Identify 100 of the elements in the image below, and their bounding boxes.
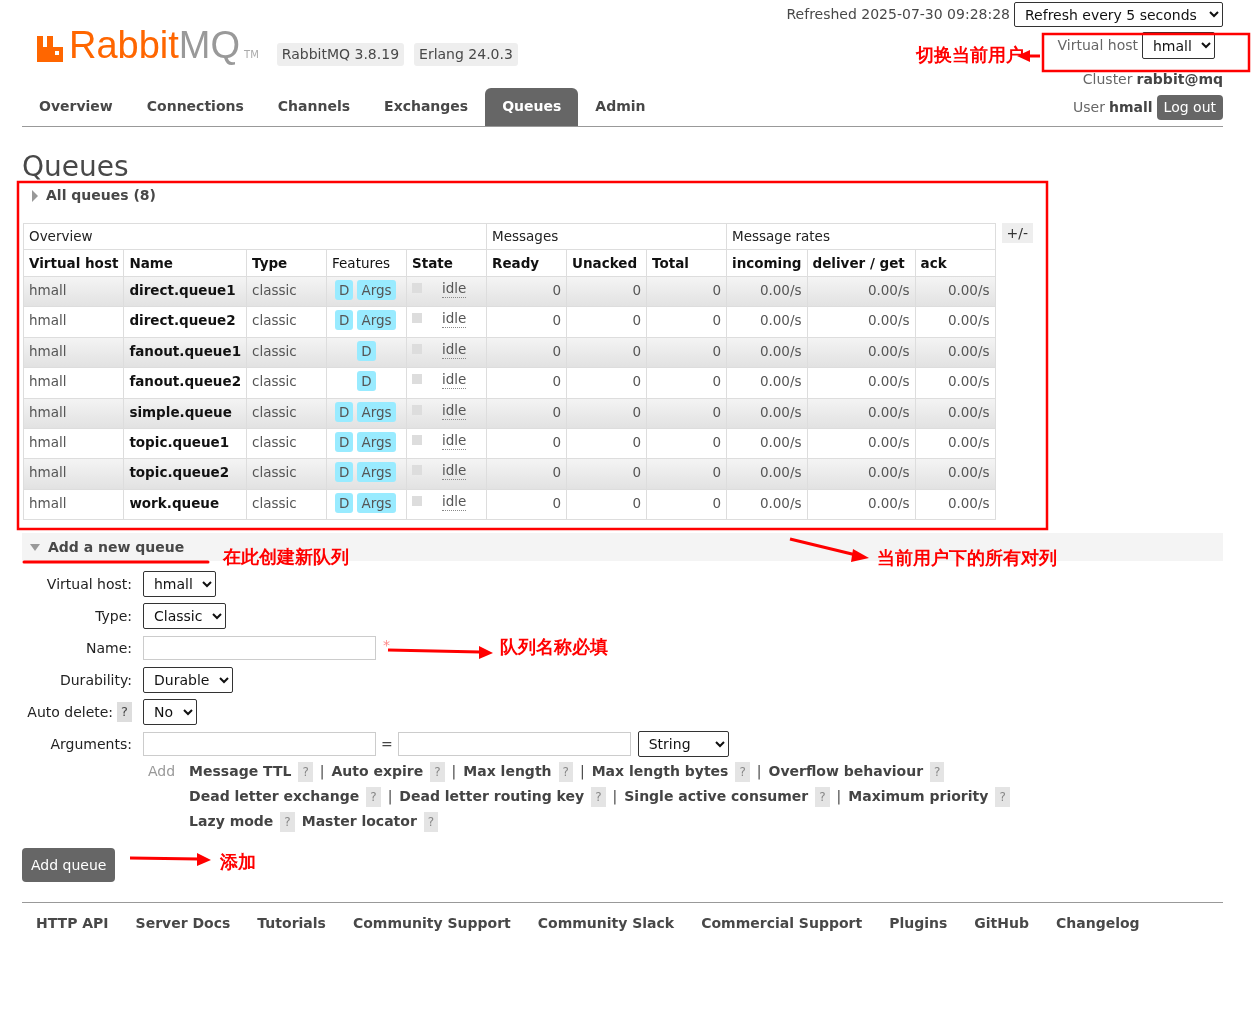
nav-tab[interactable]: Connections	[129, 88, 261, 126]
argument-shortcut-link[interactable]: Master locator	[301, 811, 417, 833]
version-badge: RabbitMQ 3.8.19	[276, 43, 405, 66]
feature-tag: D	[335, 310, 354, 331]
table-cell: classic	[246, 428, 327, 459]
queue-name-link[interactable]: simple.queue	[123, 398, 247, 429]
table-cell: 0	[566, 337, 647, 368]
argument-shortcut-link[interactable]: Single active consumer	[624, 786, 809, 808]
queue-name-link[interactable]: topic.queue2	[123, 458, 247, 490]
dropdown[interactable]: Durable	[143, 667, 233, 694]
table-cell: 0	[566, 398, 647, 429]
argument-shortcut-link[interactable]: Dead letter routing key	[399, 786, 585, 808]
field-label: Auto delete:	[27, 702, 114, 722]
state-text: idle	[442, 280, 467, 298]
table-cell: 0	[566, 306, 647, 338]
footer-link[interactable]: Server Docs	[135, 913, 231, 935]
column-header: Features	[326, 249, 407, 277]
queue-name-link[interactable]: fanout.queue1	[123, 337, 247, 368]
footer-link[interactable]: GitHub	[974, 913, 1029, 935]
footer-link[interactable]: HTTP API	[36, 913, 109, 935]
logout-button[interactable]: Log out	[1156, 95, 1223, 120]
argument-shortcut-link[interactable]: Overflow behaviour	[768, 761, 924, 783]
table-cell: hmall	[23, 398, 124, 429]
argument-shortcut-link[interactable]: Maximum priority	[848, 786, 989, 808]
table-cell: 0	[566, 367, 647, 399]
argument-shortcut-link[interactable]: Auto expire	[331, 761, 424, 783]
queue-name-link[interactable]: work.queue	[123, 489, 247, 520]
add-queue-button[interactable]: Add queue	[22, 848, 116, 883]
table-cell: classic	[246, 276, 327, 307]
table-cell: 0.00/s	[915, 458, 995, 490]
table-cell: 0.00/s	[915, 367, 995, 399]
user-label: User	[1073, 98, 1105, 117]
queue-name-link[interactable]: direct.queue2	[123, 306, 247, 338]
section-heading[interactable]: All queues (8)	[46, 185, 156, 206]
table-cell: 0	[646, 367, 727, 399]
argument-shortcut-link[interactable]: Dead letter exchange	[189, 786, 360, 808]
argument-value-field[interactable]	[397, 732, 631, 757]
state-indicator-icon	[412, 495, 423, 506]
annotation-text: 添加	[220, 851, 256, 873]
table-cell: classic	[246, 367, 327, 399]
argument-shortcut-link[interactable]: Message TTL	[189, 761, 292, 783]
argument-key-field[interactable]	[143, 732, 376, 757]
footer-link[interactable]: Tutorials	[257, 913, 326, 935]
feature-tag: D	[357, 340, 376, 361]
user-name: hmall	[1109, 98, 1153, 117]
table-cell: 0.00/s	[915, 276, 995, 307]
field-label: Durability:	[59, 670, 132, 690]
section-heading[interactable]: Add a new queue	[48, 536, 185, 558]
footer-link[interactable]: Commercial Support	[701, 913, 863, 935]
column-header: Unacked	[566, 249, 647, 277]
argument-shortcut-link[interactable]: Lazy mode	[189, 811, 274, 833]
separator-text: |	[451, 762, 457, 782]
argument-shortcut-link[interactable]: Max length	[463, 761, 552, 783]
nav-tab[interactable]: Overview	[22, 88, 130, 126]
state-text: idle	[442, 431, 467, 450]
table-cell: 0.00/s	[726, 458, 807, 490]
queue-name-link[interactable]: topic.queue1	[123, 428, 247, 459]
collapse-arrow-icon[interactable]	[32, 189, 38, 202]
table-cell: 0	[486, 306, 567, 338]
feature-tag: Args	[357, 462, 396, 483]
queue-name-link[interactable]: fanout.queue2	[123, 367, 247, 399]
state-indicator-icon	[412, 313, 423, 324]
dropdown[interactable]: No	[143, 699, 197, 726]
footer-link[interactable]: Plugins	[889, 913, 948, 935]
nav-tab[interactable]: Admin	[578, 88, 663, 126]
column-group-header: Message rates	[726, 223, 995, 250]
table-cell: 0.00/s	[726, 337, 807, 368]
footer-link[interactable]: Community Slack	[537, 913, 675, 935]
virtual-host-select[interactable]: hmall	[1142, 32, 1215, 59]
refresh-select[interactable]: Refresh every 5 seconds	[1014, 2, 1223, 27]
virtual-host-label: Virtual host	[1057, 36, 1138, 55]
table-cell: hmall	[23, 306, 124, 338]
nav-tab[interactable]: Channels	[260, 88, 368, 126]
columns-toggle-button[interactable]: +/-	[1001, 223, 1033, 243]
footer-link[interactable]: Changelog	[1056, 913, 1140, 935]
nav-tab[interactable]: Queues	[485, 88, 579, 126]
feature-tag: D	[357, 371, 376, 392]
cluster-label: Cluster	[1082, 70, 1133, 89]
separator-text: |	[387, 787, 393, 807]
help-icon[interactable]: ?	[117, 702, 132, 723]
page-title: Queues	[22, 151, 130, 183]
queue-name-link[interactable]: direct.queue1	[123, 276, 247, 307]
table-cell: hmall	[23, 489, 124, 520]
name-input-field[interactable]	[143, 636, 376, 661]
feature-tag: D	[335, 492, 354, 513]
table-cell: hmall	[23, 428, 124, 459]
expand-arrow-icon[interactable]	[30, 543, 40, 551]
state-text: idle	[442, 310, 467, 329]
table-cell: 0	[646, 428, 727, 459]
table-cell: classic	[246, 337, 327, 368]
version-badge: Erlang 24.0.3	[414, 43, 518, 66]
dropdown[interactable]: Classic	[143, 603, 226, 630]
state-text: idle	[442, 462, 467, 481]
dropdown[interactable]: hmall	[143, 571, 216, 598]
footer-link[interactable]: Community Support	[352, 913, 511, 935]
argument-shortcut-link[interactable]: Max length bytes	[591, 761, 729, 783]
argument-type-select[interactable]: String	[637, 731, 729, 758]
required-mark: *	[383, 636, 390, 656]
nav-tab[interactable]: Exchanges	[367, 88, 486, 126]
separator-text: |	[579, 762, 585, 782]
